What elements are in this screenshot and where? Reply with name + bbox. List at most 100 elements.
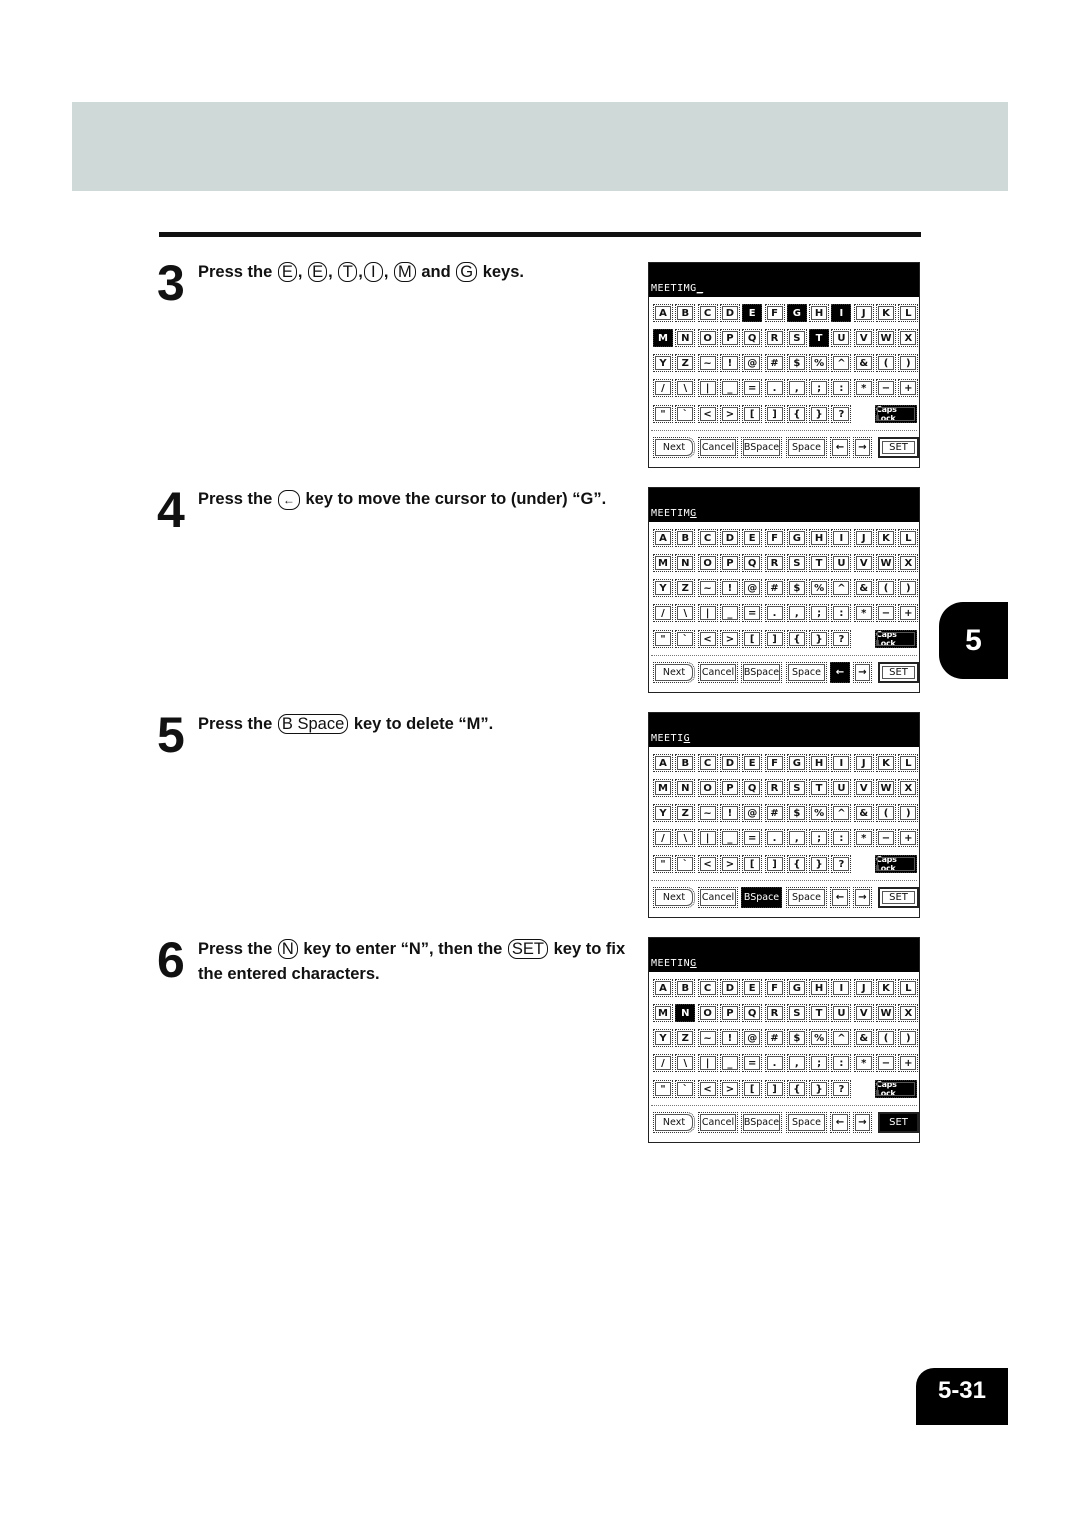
key-4-7[interactable]: } (809, 630, 830, 648)
key-1-0[interactable]: M (653, 1004, 673, 1022)
set-button[interactable]: SET (878, 1112, 919, 1133)
key-2-10[interactable]: ( (876, 354, 896, 372)
key-1-10[interactable]: W (876, 554, 896, 572)
key-0-3[interactable]: D (719, 754, 740, 772)
key-3-5[interactable]: . (764, 379, 785, 397)
key-1-9[interactable]: V (853, 1004, 874, 1022)
key-3-6[interactable]: , (786, 1054, 807, 1072)
input-text[interactable]: MEETIG (651, 733, 690, 744)
key-3-10[interactable]: − (876, 604, 896, 622)
key-4-4[interactable]: [ (742, 630, 763, 648)
key-3-4[interactable]: = (742, 379, 763, 397)
key-3-8[interactable]: : (831, 379, 852, 397)
key-4-3[interactable]: > (719, 630, 740, 648)
key-3-7[interactable]: ; (809, 1054, 830, 1072)
key-4-8[interactable]: ? (831, 1080, 852, 1098)
key-2-1[interactable]: Z (675, 579, 696, 597)
key-4-8[interactable]: ? (831, 855, 852, 873)
key-0-6[interactable]: G (786, 529, 807, 547)
key-2-7[interactable]: % (809, 579, 830, 597)
key-1-3[interactable]: P (719, 1004, 740, 1022)
key-4-1[interactable]: ` (675, 630, 696, 648)
key-3-7[interactable]: ; (809, 604, 830, 622)
key-3-0[interactable]: / (653, 379, 673, 397)
key-0-1[interactable]: B (675, 304, 696, 322)
space-button[interactable]: Space (786, 662, 827, 683)
next-button[interactable]: Next (653, 1112, 695, 1133)
key-3-0[interactable]: / (653, 829, 673, 847)
key-1-2[interactable]: O (697, 554, 718, 572)
input-text[interactable]: MEETIMG_ (651, 283, 703, 294)
key-2-4[interactable]: @ (742, 579, 763, 597)
key-4-1[interactable]: ` (675, 855, 696, 873)
key-1-5[interactable]: R (764, 554, 785, 572)
key-4-2[interactable]: < (697, 855, 718, 873)
key-1-4[interactable]: Q (742, 329, 763, 347)
input-text[interactable]: MEETING (651, 958, 697, 969)
key-4-2[interactable]: < (697, 630, 718, 648)
key-4-7[interactable]: } (809, 1080, 830, 1098)
key-1-2[interactable]: O (697, 779, 718, 797)
key-3-1[interactable]: \ (675, 1054, 696, 1072)
key-1-0[interactable]: M (653, 329, 673, 347)
key-4-1[interactable]: ` (675, 405, 696, 423)
key-4-4[interactable]: [ (742, 1080, 763, 1098)
key-3-11[interactable]: + (898, 1054, 919, 1072)
key-1-7[interactable]: T (809, 1004, 830, 1022)
key-4-8[interactable]: ? (831, 405, 852, 423)
key-2-5[interactable]: # (764, 579, 785, 597)
key-2-0[interactable]: Y (653, 804, 673, 822)
key-0-9[interactable]: J (853, 529, 874, 547)
caps-lock-button[interactable]: Caps Lock (875, 630, 917, 648)
key-3-4[interactable]: = (742, 604, 763, 622)
key-0-2[interactable]: C (697, 979, 718, 997)
key-1-9[interactable]: V (853, 779, 874, 797)
key-0-0[interactable]: A (653, 754, 673, 772)
key-3-0[interactable]: / (653, 1054, 673, 1072)
key-0-2[interactable]: C (697, 529, 718, 547)
key-3-5[interactable]: . (764, 1054, 785, 1072)
key-4-7[interactable]: } (809, 405, 830, 423)
left-arrow-icon[interactable]: ← (830, 1112, 850, 1133)
key-0-4[interactable]: E (742, 304, 763, 322)
key-0-5[interactable]: F (764, 304, 785, 322)
key-1-8[interactable]: U (831, 554, 852, 572)
key-4-8[interactable]: ? (831, 630, 852, 648)
key-2-10[interactable]: ( (876, 579, 896, 597)
key-1-7[interactable]: T (809, 329, 830, 347)
cancel-button[interactable]: Cancel (698, 662, 738, 683)
key-1-7[interactable]: T (809, 554, 830, 572)
right-arrow-icon[interactable]: → (853, 437, 872, 458)
key-3-1[interactable]: \ (675, 379, 696, 397)
key-2-3[interactable]: ! (719, 354, 740, 372)
key-0-11[interactable]: L (898, 304, 919, 322)
key-2-2[interactable]: ~ (697, 579, 718, 597)
key-4-5[interactable]: ] (764, 1080, 785, 1098)
key-0-8[interactable]: I (831, 304, 852, 322)
key-3-3[interactable]: _ (719, 1054, 740, 1072)
key-4-4[interactable]: [ (742, 405, 763, 423)
key-0-11[interactable]: L (898, 754, 919, 772)
key-2-7[interactable]: % (809, 354, 830, 372)
key-2-11[interactable]: ) (898, 579, 919, 597)
key-4-6[interactable]: { (786, 1080, 807, 1098)
key-3-7[interactable]: ; (809, 829, 830, 847)
key-2-1[interactable]: Z (675, 1029, 696, 1047)
key-3-8[interactable]: : (831, 604, 852, 622)
set-button[interactable]: SET (878, 662, 919, 683)
key-0-4[interactable]: E (742, 529, 763, 547)
key-1-2[interactable]: O (697, 329, 718, 347)
key-2-11[interactable]: ) (898, 1029, 919, 1047)
key-3-9[interactable]: * (853, 829, 874, 847)
key-0-1[interactable]: B (675, 979, 696, 997)
key-0-6[interactable]: G (786, 754, 807, 772)
key-0-10[interactable]: K (876, 754, 896, 772)
key-0-5[interactable]: F (764, 979, 785, 997)
key-1-3[interactable]: P (719, 779, 740, 797)
key-2-4[interactable]: @ (742, 1029, 763, 1047)
key-3-10[interactable]: − (876, 379, 896, 397)
key-1-1[interactable]: N (675, 554, 696, 572)
key-1-8[interactable]: U (831, 329, 852, 347)
key-1-7[interactable]: T (809, 779, 830, 797)
key-4-3[interactable]: > (719, 405, 740, 423)
